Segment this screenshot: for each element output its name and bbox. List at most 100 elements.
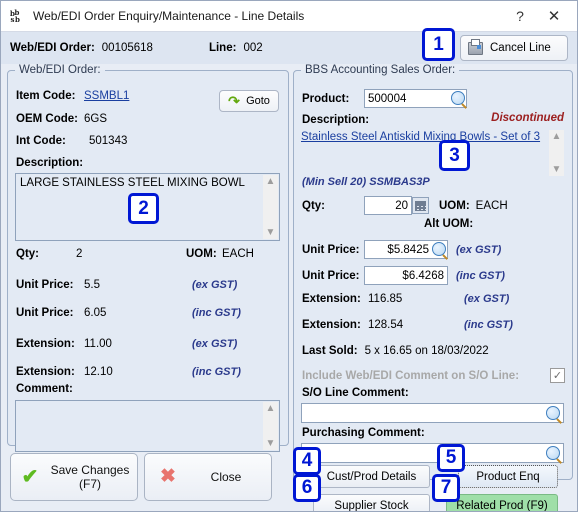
supplier-stock-button[interactable]: Supplier Stock (313, 494, 430, 511)
left-description-label: Description: (16, 157, 84, 169)
panel-area: Web/EDI Order: Item Code: SSMBL1 ↷ Goto … (1, 64, 577, 511)
svg-text:s: s (11, 15, 15, 24)
so-line-comment-label: S/O Line Comment: (302, 387, 409, 399)
left-extension-ex-value: 11.00 (84, 338, 112, 350)
right-qty-label: Qty: (302, 199, 325, 212)
min-sell-text: (Min Sell 20) SSMBAS3P (302, 176, 430, 188)
line-number-label: Line: (208, 42, 237, 54)
left-comment-value (16, 401, 279, 405)
right-description-box[interactable]: Stainless Steel Antiskid Mixing Bowls - … (301, 130, 564, 176)
right-unit-price-ex-note: (ex GST) (456, 243, 502, 256)
unit-price-search-icon[interactable] (432, 242, 446, 256)
close-icon[interactable]: ✕ (537, 2, 571, 30)
left-extension-inc-note: (inc GST) (192, 366, 241, 378)
title-bar: b b s b Web/EDI Order Enquiry/Maintenanc… (1, 1, 577, 32)
left-description-scrollbar[interactable]: ▲ ▼ (263, 175, 278, 239)
qty-input[interactable] (364, 196, 412, 215)
right-description-scrollbar[interactable]: ▲ ▼ (549, 130, 564, 176)
close-label: Close (210, 470, 242, 484)
unit-price-inc-input[interactable] (364, 266, 448, 285)
right-unit-price-inc-note: (inc GST) (456, 269, 505, 282)
scroll-up-icon[interactable]: ▲ (266, 404, 276, 414)
annotation-badge-2: 2 (128, 193, 159, 224)
goto-label: Goto (246, 95, 270, 107)
goto-arrow-icon: ↷ (228, 92, 240, 109)
bbs-logo-icon: b b s b (9, 8, 26, 25)
window-title: Web/EDI Order Enquiry/Maintenance - Line… (33, 9, 305, 23)
cancel-line-label: Cancel Line (490, 42, 551, 54)
order-header: Web/EDI Order: 00105618 Line: 002 Cancel… (1, 32, 577, 64)
so-line-comment-field[interactable] (301, 403, 564, 423)
annotation-badge-3: 3 (439, 140, 470, 171)
bbs-sales-order-legend: BBS Accounting Sales Order: (305, 64, 456, 76)
so-line-comment-value (302, 404, 563, 408)
left-unit-price-inc-note: (inc GST) (192, 307, 241, 319)
left-extension-ex-note: (ex GST) (192, 338, 238, 350)
right-extension-inc-value: 128.54 (368, 319, 404, 331)
right-description-value[interactable]: Stainless Steel Antiskid Mixing Bowls - … (301, 131, 540, 143)
calculator-icon[interactable] (412, 197, 429, 214)
scroll-down-icon[interactable]: ▼ (266, 228, 276, 238)
product-enq-button[interactable]: Product Enq (458, 465, 558, 488)
save-changes-button[interactable]: ✔ Save Changes (F7) (10, 453, 138, 501)
web-edi-order-legend: Web/EDI Order: (19, 64, 101, 76)
right-unit-price-inc-label: Unit Price: (302, 269, 360, 282)
alt-uom-label: Alt UOM: (424, 218, 474, 230)
scroll-up-icon[interactable]: ▲ (266, 177, 276, 187)
order-number-label: Web/EDI Order: (10, 42, 95, 54)
left-comment-scrollbar[interactable]: ▲ ▼ (263, 402, 278, 450)
help-button[interactable]: ? (503, 2, 537, 30)
right-extension-ex-note: (ex GST) (464, 293, 510, 305)
left-unit-price-ex-note: (ex GST) (192, 279, 238, 291)
web-edi-order-panel: Web/EDI Order: Item Code: SSMBL1 ↷ Goto … (7, 64, 289, 452)
purchasing-comment-label: Purchasing Comment: (302, 427, 425, 439)
close-button[interactable]: ✖ Close (144, 453, 272, 501)
x-icon: ✖ (160, 466, 176, 487)
right-extension-ex-label: Extension: (302, 293, 361, 305)
include-comment-checkbox[interactable]: ✓ (550, 368, 565, 383)
left-comment-label: Comment: (16, 383, 73, 395)
include-comment-label: Include Web/EDI Comment on S/O Line: (302, 369, 520, 382)
line-details-window: b b s b Web/EDI Order Enquiry/Maintenanc… (0, 0, 578, 512)
right-uom-label: UOM: (439, 199, 470, 212)
scroll-down-icon[interactable]: ▼ (552, 165, 562, 175)
right-extension-inc-note: (inc GST) (464, 319, 513, 331)
goto-button[interactable]: ↷ Goto (219, 90, 279, 112)
purchasing-comment-field[interactable] (301, 443, 564, 463)
oem-code-label: OEM Code: (16, 113, 78, 125)
item-code-label: Item Code: (16, 90, 76, 102)
save-label-line1: Save Changes (50, 463, 130, 477)
status-badge: Discontinued (491, 112, 564, 124)
related-prod-button[interactable]: Related Prod (F9) (446, 494, 558, 511)
left-uom-label: UOM: (186, 248, 217, 260)
left-uom-value: EACH (222, 248, 254, 260)
svg-text:b: b (15, 15, 20, 24)
int-code-value: 501343 (89, 135, 128, 147)
scroll-down-icon[interactable]: ▼ (266, 439, 276, 449)
purchasing-comment-search-icon[interactable] (546, 446, 560, 460)
product-search-icon[interactable] (451, 91, 465, 105)
left-qty-label: Qty: (16, 248, 39, 260)
oem-code-value: 6GS (84, 113, 108, 125)
cancel-line-button[interactable]: Cancel Line (460, 35, 568, 61)
left-extension-inc-label: Extension: (16, 366, 75, 378)
cust-prod-details-button[interactable]: Cust/Prod Details (313, 465, 430, 488)
product-label: Product: (302, 92, 350, 105)
left-unit-price-ex-label: Unit Price: (16, 279, 74, 291)
annotation-badge-1: 1 (422, 28, 455, 61)
right-description-label: Description: (302, 114, 370, 126)
left-comment-box[interactable]: ▲ ▼ (15, 400, 280, 452)
left-unit-price-inc-value: 6.05 (84, 307, 107, 319)
cancel-line-icon (468, 38, 483, 55)
scroll-up-icon[interactable]: ▲ (552, 132, 562, 142)
purchasing-comment-value (302, 444, 563, 448)
last-sold-value: 5 x 16.65 on 18/03/2022 (364, 345, 489, 357)
line-number-value: 002 (243, 42, 263, 54)
right-extension-ex-value: 116.85 (368, 293, 403, 305)
so-line-comment-search-icon[interactable] (546, 406, 560, 420)
item-code-value[interactable]: SSMBL1 (84, 90, 129, 102)
left-extension-ex-label: Extension: (16, 338, 75, 350)
annotation-badge-6: 6 (293, 474, 321, 502)
right-uom-value: EACH (475, 199, 508, 212)
right-unit-price-ex-label: Unit Price: (302, 243, 360, 256)
